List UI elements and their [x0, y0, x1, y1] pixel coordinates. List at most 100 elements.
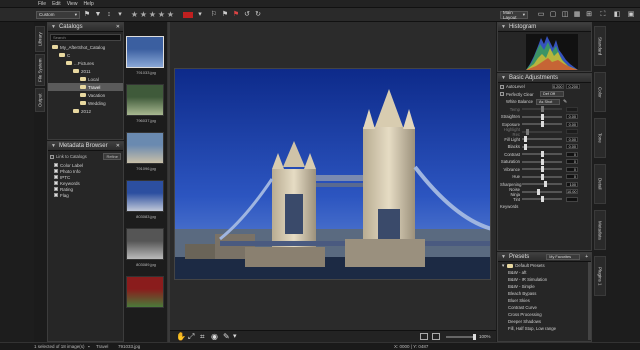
catalogs-header[interactable]: ▼ Catalogs ✕ [48, 23, 123, 32]
metadata-checkbox[interactable] [54, 175, 58, 179]
star-3-icon[interactable]: ★ [148, 10, 157, 19]
slider-knob[interactable] [544, 181, 548, 188]
tab-plugins[interactable]: Plugins 1 [594, 256, 606, 296]
adjustment-slider[interactable] [522, 136, 562, 143]
presets-scrollbar[interactable] [588, 262, 591, 340]
slider-knob[interactable] [540, 196, 544, 203]
slider-knob[interactable] [540, 158, 544, 165]
menu-view[interactable]: View [67, 1, 78, 7]
slider-knob[interactable] [525, 128, 529, 135]
tab-library[interactable]: Library [35, 26, 45, 52]
add-preset-icon[interactable]: + [585, 254, 588, 260]
preset-item[interactable]: B&W - IR Simulation [498, 276, 591, 283]
flag-pick-icon[interactable]: ⚑ [221, 11, 229, 19]
preset-item[interactable]: Fill, Half Stop, Low range [498, 325, 591, 332]
metadata-item[interactable]: Flag [48, 192, 123, 198]
preset-dropdown[interactable]: Custom ▾ [36, 10, 80, 19]
zoom-fit-icon[interactable] [420, 333, 428, 340]
filmstrip-thumbnail[interactable] [126, 132, 164, 164]
filmstrip-thumbnail[interactable] [126, 84, 164, 116]
link-checkbox[interactable] [50, 154, 54, 159]
zoom-slider[interactable] [446, 334, 476, 340]
preset-item[interactable]: Contrast Curve [498, 304, 591, 311]
menu-file[interactable]: File [38, 1, 46, 7]
brush-tool-icon[interactable]: ✎ [223, 332, 230, 341]
catalog-tree-item[interactable]: Local [48, 75, 123, 83]
slider-knob[interactable] [540, 173, 544, 180]
zoom-100-icon[interactable] [432, 333, 440, 340]
adjustment-value[interactable]: 0.00 [566, 136, 578, 142]
catalog-tree-item[interactable]: C [48, 51, 123, 59]
metadata-header[interactable]: ▼ Metadata Browser ✕ [48, 142, 123, 151]
layout-split-icon[interactable]: ◫ [561, 11, 569, 19]
presets-header[interactable]: ▼ Presets My Favorites + [498, 253, 591, 262]
preset-item[interactable]: Bleach Bypass [498, 290, 591, 297]
adjustment-value[interactable]: 0 [566, 174, 578, 180]
hand-tool-icon[interactable]: ✋ [176, 332, 186, 341]
filmstrip-thumbnail[interactable] [126, 36, 164, 68]
adjustment-slider[interactable] [522, 166, 562, 173]
adjustment-slider[interactable] [522, 128, 562, 135]
autolevel-value-2[interactable]: 0.200 [566, 84, 580, 90]
adjustment-slider[interactable] [522, 181, 562, 188]
adjustment-value[interactable]: 100 [566, 181, 578, 187]
tab-standard[interactable]: Standard [594, 26, 606, 66]
star-4-icon[interactable]: ★ [157, 10, 166, 19]
adjustment-value[interactable]: 10.00 [566, 189, 578, 195]
adjustment-value[interactable]: 0.00 [566, 144, 578, 150]
catalog-tree-item[interactable]: 2011 [48, 67, 123, 75]
rotate-left-icon[interactable]: ↺ [243, 11, 251, 19]
layout-quad-icon[interactable]: ⊞ [585, 11, 593, 19]
collapse-triangle-icon[interactable]: ▼ [51, 143, 56, 149]
flag-white-icon[interactable]: ⚐ [210, 11, 218, 19]
adjustment-value[interactable]: 0 [566, 166, 578, 172]
adjustment-slider[interactable] [522, 143, 562, 150]
adjustment-slider[interactable] [522, 158, 562, 165]
slider-knob[interactable] [540, 121, 544, 128]
menu-edit[interactable]: Edit [52, 1, 61, 7]
preset-folder[interactable]: ▼ Default Presets [498, 262, 591, 269]
eyedropper-icon[interactable]: ✎ [563, 99, 567, 105]
collapse-triangle-icon[interactable]: ▼ [501, 75, 506, 81]
perfectly-clear-dropdown[interactable]: Def Off [540, 91, 564, 98]
collapse-triangle-icon[interactable]: ▼ [501, 263, 505, 268]
adjustment-value[interactable]: 0.00 [566, 114, 578, 120]
close-icon[interactable]: ✕ [116, 24, 120, 30]
autolevel-value-1[interactable]: 0.200 [552, 84, 564, 90]
catalog-search-input[interactable]: Search [50, 34, 121, 41]
perfectly-clear-checkbox[interactable] [500, 92, 504, 97]
tab-metadata[interactable]: Metadata [594, 210, 606, 250]
slider-knob[interactable] [540, 151, 544, 158]
close-icon[interactable]: ✕ [116, 143, 120, 149]
collapse-triangle-icon[interactable]: ▼ [501, 24, 506, 30]
basic-adjustments-header[interactable]: ▼ Basic Adjustments [498, 74, 591, 83]
layout-dropdown[interactable]: Main Layout ▾ [500, 10, 528, 20]
tab-color[interactable]: Color [594, 72, 606, 112]
filmstrip-thumbnail[interactable] [126, 276, 164, 308]
filter-icon[interactable]: ▼ [94, 11, 102, 19]
slider-knob[interactable] [523, 143, 527, 150]
star-1-icon[interactable]: ★ [130, 10, 139, 19]
metadata-checkbox[interactable] [54, 163, 58, 167]
catalog-tree-item[interactable]: 2012 [48, 107, 123, 115]
adjustment-value[interactable]: 0 [566, 151, 578, 157]
redeye-tool-icon[interactable]: ◉ [211, 332, 218, 341]
slider-knob[interactable] [540, 166, 544, 173]
adjustment-value[interactable] [566, 106, 578, 112]
adjustment-value[interactable]: 0 [566, 159, 578, 165]
adjustment-slider[interactable] [522, 121, 562, 128]
adjustment-slider[interactable] [522, 113, 562, 120]
slider-knob[interactable] [540, 106, 544, 113]
flag-reject-icon[interactable]: ⚑ [232, 11, 240, 19]
adjustment-slider[interactable] [522, 106, 562, 113]
monitor-icon[interactable]: ▭ [537, 11, 545, 19]
histogram-header[interactable]: ▼ Histogram [498, 23, 591, 32]
adjustment-value[interactable]: 0.00 [566, 121, 578, 127]
chevron-down-icon[interactable]: ▾ [116, 11, 124, 19]
color-label-swatch[interactable] [183, 11, 193, 18]
compare-icon[interactable]: ◧ [613, 11, 621, 19]
star-2-icon[interactable]: ★ [139, 10, 148, 19]
tab-tone[interactable]: Tone [594, 118, 606, 158]
adjustment-value[interactable] [566, 129, 578, 135]
fullscreen-icon[interactable]: ⛶ [599, 11, 607, 19]
